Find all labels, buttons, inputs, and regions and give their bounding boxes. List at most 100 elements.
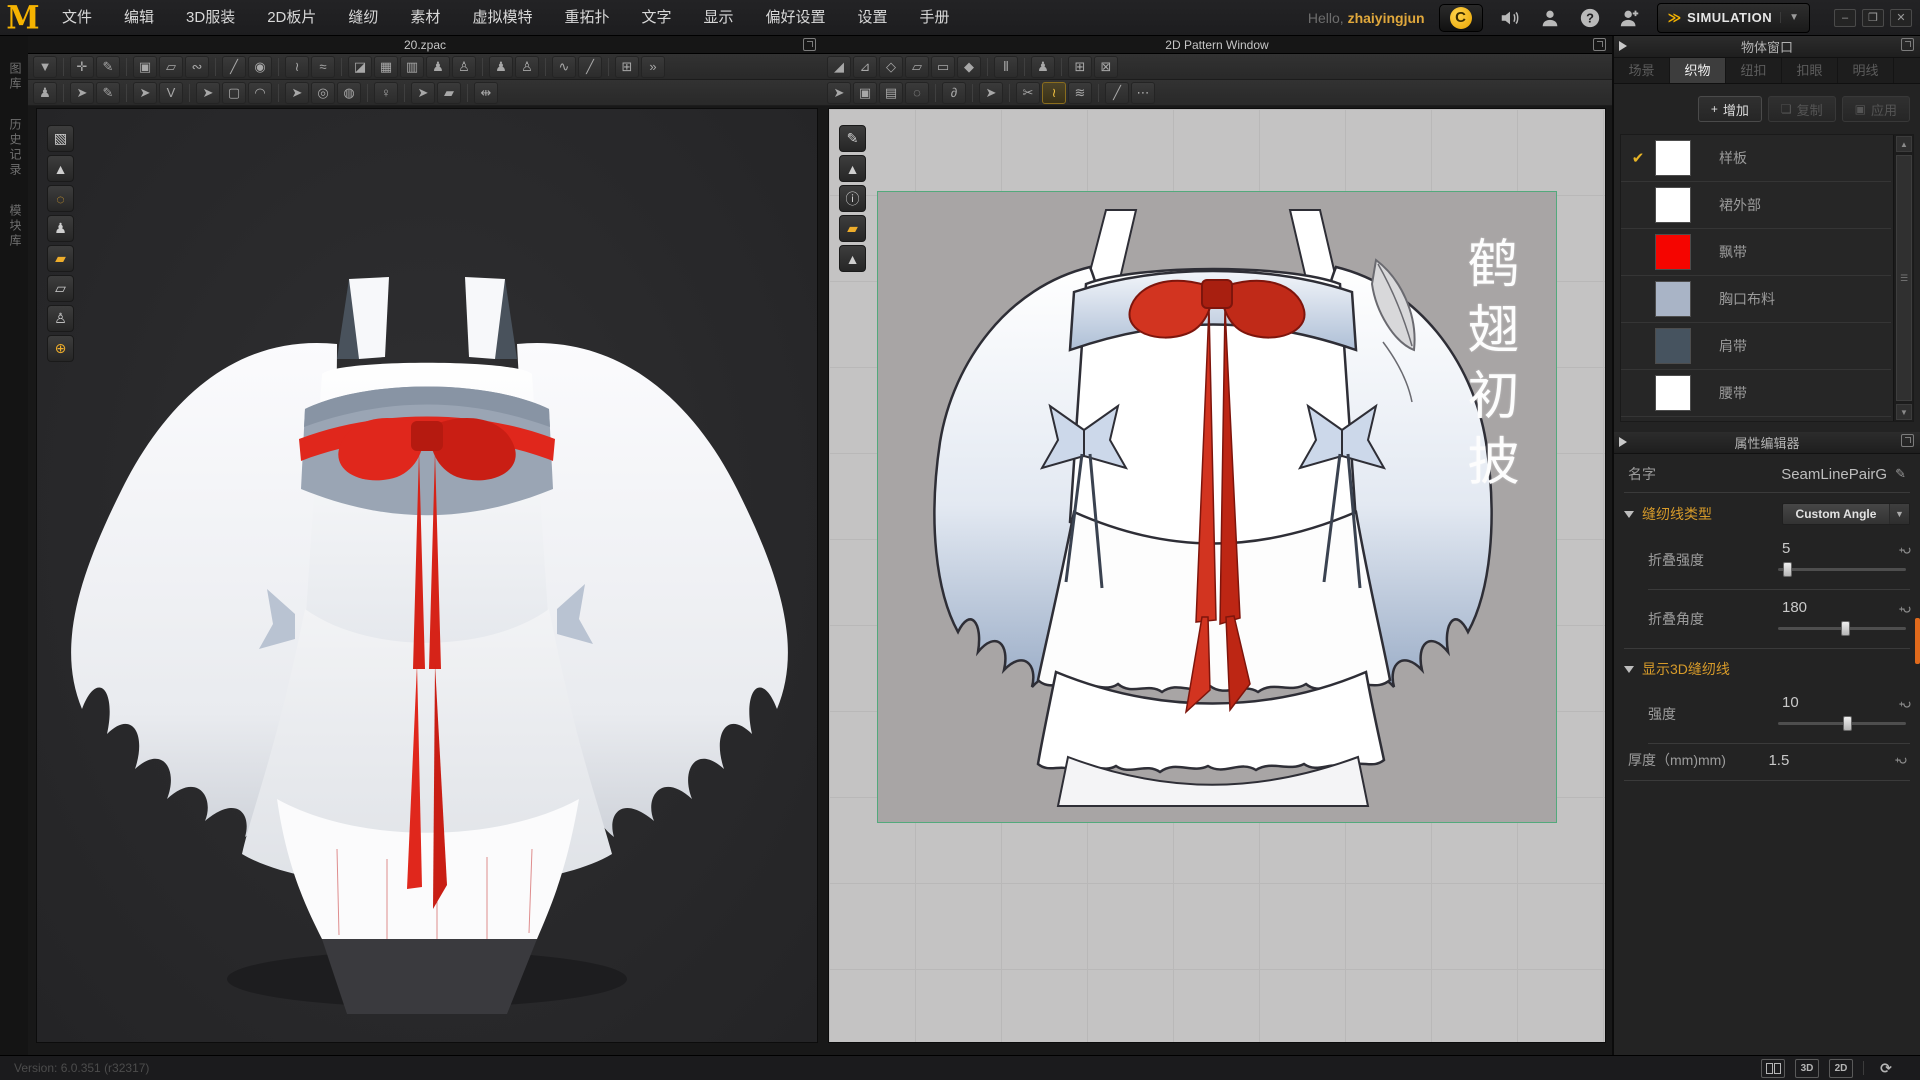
- object-tab[interactable]: 扣眼: [1782, 58, 1838, 83]
- zipper-tool[interactable]: ⇹: [474, 82, 498, 104]
- fabric-swatch[interactable]: [1655, 375, 1691, 411]
- show-seam-eye-toggle[interactable]: ✎: [839, 125, 866, 152]
- pin-ball-tool[interactable]: ◉: [248, 56, 272, 78]
- arrange-garment-tool[interactable]: ▦: [374, 56, 398, 78]
- object-action-button[interactable]: ❏复制: [1768, 96, 1836, 122]
- mannequin-tool[interactable]: ♙: [452, 56, 476, 78]
- popout-icon[interactable]: [1901, 38, 1914, 51]
- menu-item[interactable]: 文字: [625, 9, 687, 26]
- fabric-swatch[interactable]: [1655, 140, 1691, 176]
- 3d-tab-title[interactable]: 20.zpac: [28, 38, 822, 52]
- object-tab[interactable]: 纽扣: [1726, 58, 1782, 83]
- sound-icon[interactable]: [1497, 5, 1523, 31]
- pattern-zoom-tool[interactable]: ◌: [905, 82, 929, 104]
- fold-arrangement-tool[interactable]: ◪: [348, 56, 372, 78]
- menu-item[interactable]: 文件: [46, 9, 108, 26]
- rectangle-pattern-tool[interactable]: ▭: [931, 56, 955, 78]
- pattern-artwork[interactable]: 鹤翅初披: [877, 191, 1557, 823]
- pin-curve-tool[interactable]: ∾: [185, 56, 209, 78]
- collapse-arrow-icon[interactable]: [1619, 437, 1627, 447]
- dart-tool[interactable]: ◆: [957, 56, 981, 78]
- popout-icon[interactable]: [1593, 38, 1606, 51]
- doll-tool[interactable]: ♙: [515, 56, 539, 78]
- lock-pattern-toggle[interactable]: ▲: [839, 245, 866, 272]
- 2d-viewport[interactable]: 鹤翅初披 ✎▲ⓘ▰▲: [828, 108, 1606, 1043]
- select-move-tool[interactable]: ✛: [70, 56, 94, 78]
- pattern-paste-tool[interactable]: ▤: [879, 82, 903, 104]
- show-info-toggle[interactable]: ⓘ: [839, 185, 866, 212]
- pin-box-tool[interactable]: ▣: [133, 56, 157, 78]
- edit-point-tool[interactable]: ◇: [879, 56, 903, 78]
- select-b-tool[interactable]: ➤: [133, 82, 157, 104]
- wrench-icon[interactable]: ⚳: [1897, 699, 1913, 709]
- seam-line-tool[interactable]: ╱: [1105, 82, 1129, 104]
- fabric-row[interactable]: ✔ 胸口布料: [1621, 276, 1891, 323]
- show-world-toggle[interactable]: ⊕: [47, 335, 74, 362]
- seam-strength-slider[interactable]: [1778, 722, 1906, 725]
- m-sew-tool[interactable]: ≋: [1068, 82, 1092, 104]
- edit-sew-tool[interactable]: ✂: [1016, 82, 1040, 104]
- fabric-swatch[interactable]: [1655, 281, 1691, 317]
- menu-item[interactable]: 缝纫: [332, 9, 394, 26]
- v-brush-tool[interactable]: V: [159, 82, 183, 104]
- curve-tool[interactable]: ∂: [942, 82, 966, 104]
- sew-free-3d-tool[interactable]: ≀: [285, 56, 309, 78]
- hide-fabric-toggle[interactable]: ▱: [47, 275, 74, 302]
- vest-display-tool[interactable]: ▥: [400, 56, 424, 78]
- wrench-icon[interactable]: ⚳: [1897, 545, 1913, 555]
- credits-button[interactable]: C: [1439, 4, 1483, 32]
- dock-tab[interactable]: 图库: [7, 62, 24, 92]
- tape-measure-tool[interactable]: ∿: [552, 56, 576, 78]
- fold-strength-slider[interactable]: [1778, 568, 1906, 571]
- menu-item[interactable]: 设置: [842, 9, 904, 26]
- avatar-2d-tool[interactable]: ♟: [1031, 56, 1055, 78]
- seam-type-dropdown[interactable]: Custom Angle ▼: [1782, 503, 1910, 525]
- menu-item[interactable]: 素材: [394, 9, 456, 26]
- dock-tab[interactable]: 历史记录: [7, 118, 24, 178]
- fabric-swatch[interactable]: [1655, 187, 1691, 223]
- panel-scroll-indicator[interactable]: [1915, 618, 1920, 664]
- object-tab[interactable]: 明线: [1838, 58, 1894, 83]
- minimize-button[interactable]: –: [1834, 9, 1856, 27]
- fabric-row[interactable]: ✔ 样板: [1621, 135, 1891, 182]
- wrench-icon[interactable]: ⚳: [1897, 604, 1913, 614]
- scrollbar-thumb[interactable]: ☰: [1896, 155, 1912, 401]
- dotted-line-tool[interactable]: ⋯: [1131, 82, 1155, 104]
- fold-angle-slider[interactable]: [1778, 627, 1906, 630]
- show-3d-box-toggle[interactable]: ▧: [47, 125, 74, 152]
- view-2d-button[interactable]: 2D: [1829, 1059, 1853, 1078]
- scroll-up-icon[interactable]: ▲: [1896, 136, 1912, 152]
- object-tab[interactable]: 织物: [1670, 58, 1726, 83]
- select-d-tool[interactable]: ➤: [285, 82, 309, 104]
- sew-curve-3d-tool[interactable]: ≈: [311, 56, 335, 78]
- ghost-tool[interactable]: ◎: [311, 82, 335, 104]
- avatar-tool[interactable]: ♟: [489, 56, 513, 78]
- menu-item[interactable]: 3D服装: [170, 9, 251, 26]
- pin-avatar-tool[interactable]: ♀: [374, 82, 398, 104]
- object-action-button[interactable]: ▣应用: [1842, 96, 1910, 122]
- object-action-button[interactable]: +增加: [1698, 96, 1762, 122]
- wing-tool[interactable]: ◠: [248, 82, 272, 104]
- needle-tool[interactable]: ╱: [222, 56, 246, 78]
- fabric-swatch[interactable]: [1655, 328, 1691, 364]
- show-silhouette-eye-toggle[interactable]: ▲: [839, 155, 866, 182]
- select-brush-tool[interactable]: ✎: [96, 56, 120, 78]
- menu-item[interactable]: 2D板片: [251, 9, 332, 26]
- pleats-tool[interactable]: ⫴: [994, 56, 1018, 78]
- close-button[interactable]: ✕: [1890, 9, 1912, 27]
- account-icon[interactable]: [1537, 5, 1563, 31]
- view-3d-button[interactable]: 3D: [1795, 1059, 1819, 1078]
- select-c-tool[interactable]: ➤: [196, 82, 220, 104]
- dropdown-caret-icon[interactable]: ▼: [1889, 504, 1909, 524]
- menu-item[interactable]: 编辑: [108, 9, 170, 26]
- fabric-row[interactable]: ✔ 裙外部: [1621, 182, 1891, 229]
- menu-item[interactable]: 重拓扑: [548, 9, 625, 26]
- fabric-row[interactable]: ✔ 腰带: [1621, 370, 1891, 417]
- fabric-row[interactable]: ✔ 肩带: [1621, 323, 1891, 370]
- pattern-copy-tool[interactable]: ▣: [853, 82, 877, 104]
- ruler-tool[interactable]: ╱: [578, 56, 602, 78]
- select-sew-tool[interactable]: ➤: [979, 82, 1003, 104]
- show-seamlines-toggle[interactable]: ◌: [47, 185, 74, 212]
- popout-icon[interactable]: [1901, 434, 1914, 447]
- avatar-shirt-tool[interactable]: ♟: [426, 56, 450, 78]
